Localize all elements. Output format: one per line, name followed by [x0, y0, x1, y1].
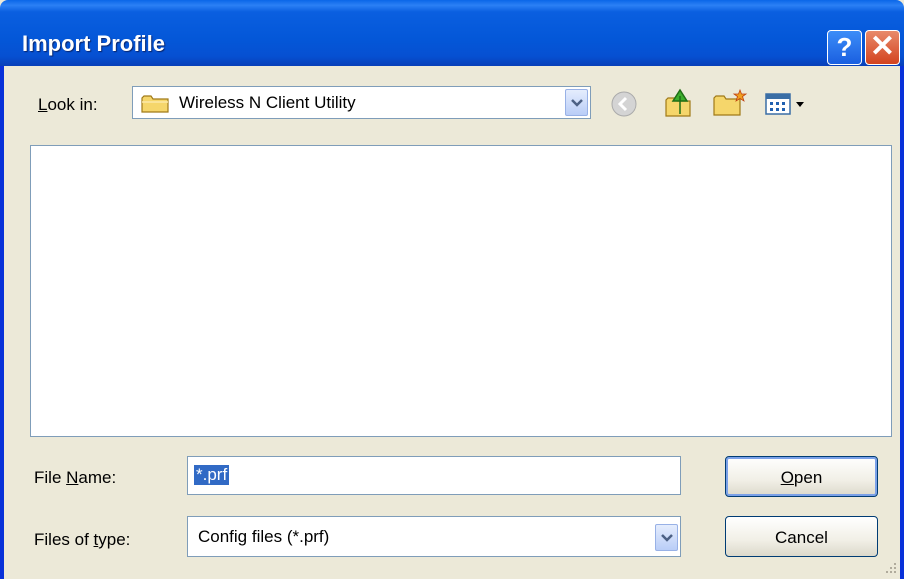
- dialog-title: Import Profile: [22, 31, 166, 56]
- title-bar[interactable]: Import Profile ? ✕: [0, 0, 904, 66]
- filetype-label: Files of type:: [34, 530, 131, 549]
- lookin-value: Wireless N Client Utility: [179, 93, 356, 112]
- help-button[interactable]: ?: [827, 30, 862, 65]
- import-profile-dialog: Import Profile ? ✕ Look in: Wireless N C…: [0, 0, 904, 579]
- filetype-dropdown-arrow[interactable]: [655, 524, 678, 551]
- lookin-dropdown-arrow[interactable]: [565, 89, 588, 116]
- close-button[interactable]: ✕: [865, 30, 900, 65]
- filetype-dropdown[interactable]: Config files (*.prf): [187, 516, 681, 557]
- filetype-value: Config files (*.prf): [198, 527, 330, 546]
- filename-input[interactable]: *.prf: [187, 456, 681, 495]
- window-frame-right: [900, 66, 904, 579]
- up-folder-icon[interactable]: [663, 86, 697, 120]
- chevron-down-icon: [570, 99, 583, 107]
- filename-value: *.prf: [194, 465, 230, 485]
- filename-label: File Name:: [34, 468, 117, 487]
- lookin-label: Look in:: [38, 95, 98, 114]
- open-button[interactable]: Open: [725, 456, 878, 497]
- cancel-button[interactable]: Cancel: [725, 516, 878, 557]
- resize-grip-icon[interactable]: [884, 561, 898, 575]
- window-frame-left: [0, 66, 4, 579]
- chevron-down-icon: [660, 534, 673, 542]
- lookin-dropdown[interactable]: Wireless N Client Utility: [132, 86, 591, 119]
- new-folder-icon[interactable]: [712, 88, 748, 118]
- folder-icon: [141, 95, 169, 113]
- file-list[interactable]: [30, 145, 892, 437]
- views-menu-icon[interactable]: [765, 92, 811, 118]
- back-icon[interactable]: [609, 89, 639, 119]
